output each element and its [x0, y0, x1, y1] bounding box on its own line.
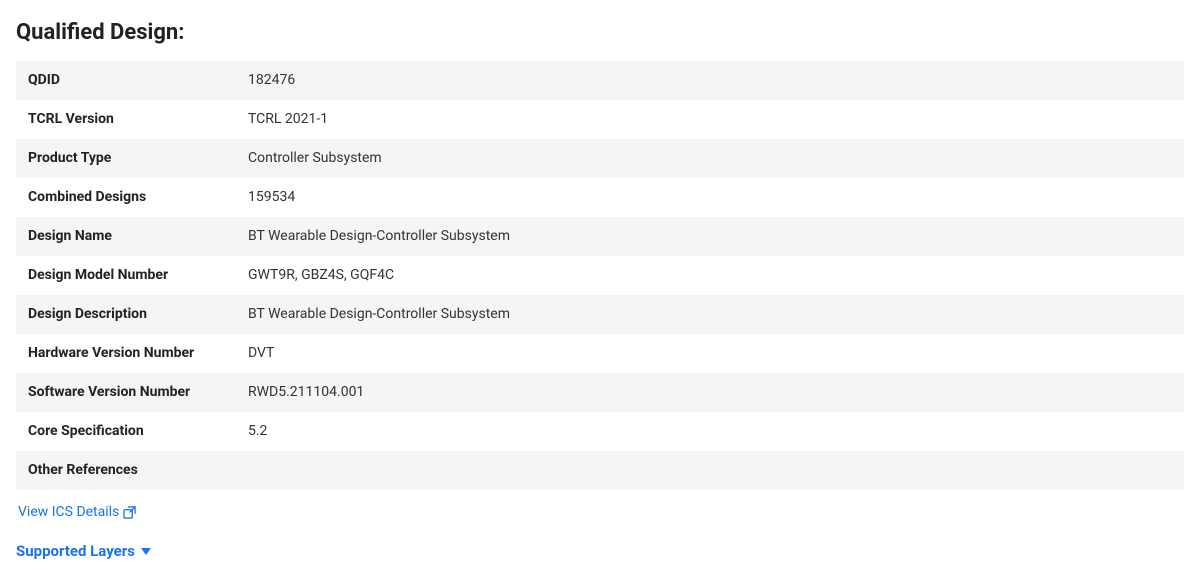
supported-layers-toggle[interactable]: Supported Layers — [16, 542, 151, 560]
view-ics-link[interactable]: View ICS Details — [18, 504, 136, 520]
chevron-down-icon — [141, 548, 151, 555]
table-row: Other References — [16, 451, 1184, 490]
row-label: Core Specification — [16, 412, 236, 451]
row-value: Controller Subsystem — [236, 139, 1184, 178]
row-label: Hardware Version Number — [16, 334, 236, 373]
table-row: TCRL VersionTCRL 2021-1 — [16, 100, 1184, 139]
row-label: Other References — [16, 451, 236, 490]
table-row: Core Specification5.2 — [16, 412, 1184, 451]
row-label: Software Version Number — [16, 373, 236, 412]
row-label: Product Type — [16, 139, 236, 178]
row-value: GWT9R, GBZ4S, GQF4C — [236, 256, 1184, 295]
row-value: RWD5.211104.001 — [236, 373, 1184, 412]
table-row: Design Model NumberGWT9R, GBZ4S, GQF4C — [16, 256, 1184, 295]
row-label: Combined Designs — [16, 178, 236, 217]
row-value — [236, 451, 1184, 490]
table-row: QDID182476 — [16, 61, 1184, 100]
row-value: TCRL 2021-1 — [236, 100, 1184, 139]
row-label: Design Name — [16, 217, 236, 256]
row-label: Design Model Number — [16, 256, 236, 295]
row-label: TCRL Version — [16, 100, 236, 139]
row-value: DVT — [236, 334, 1184, 373]
row-value: 5.2 — [236, 412, 1184, 451]
table-row: Design DescriptionBT Wearable Design-Con… — [16, 295, 1184, 334]
row-label: QDID — [16, 61, 236, 100]
supported-layers-section: Supported Layers — [16, 542, 1184, 560]
table-row: Combined Designs159534 — [16, 178, 1184, 217]
table-row: Design NameBT Wearable Design-Controller… — [16, 217, 1184, 256]
row-value: 182476 — [236, 61, 1184, 100]
page-title: Qualified Design: — [16, 20, 1184, 45]
table-row: Product TypeController Subsystem — [16, 139, 1184, 178]
row-value: 159534 — [236, 178, 1184, 217]
table-row: Software Version NumberRWD5.211104.001 — [16, 373, 1184, 412]
external-link-icon — [123, 506, 136, 519]
view-ics-label: View ICS Details — [18, 504, 119, 520]
row-value: BT Wearable Design-Controller Subsystem — [236, 295, 1184, 334]
table-row: Hardware Version NumberDVT — [16, 334, 1184, 373]
detail-table: QDID182476TCRL VersionTCRL 2021-1Product… — [16, 61, 1184, 490]
supported-layers-label: Supported Layers — [16, 542, 135, 560]
row-value: BT Wearable Design-Controller Subsystem — [236, 217, 1184, 256]
row-label: Design Description — [16, 295, 236, 334]
